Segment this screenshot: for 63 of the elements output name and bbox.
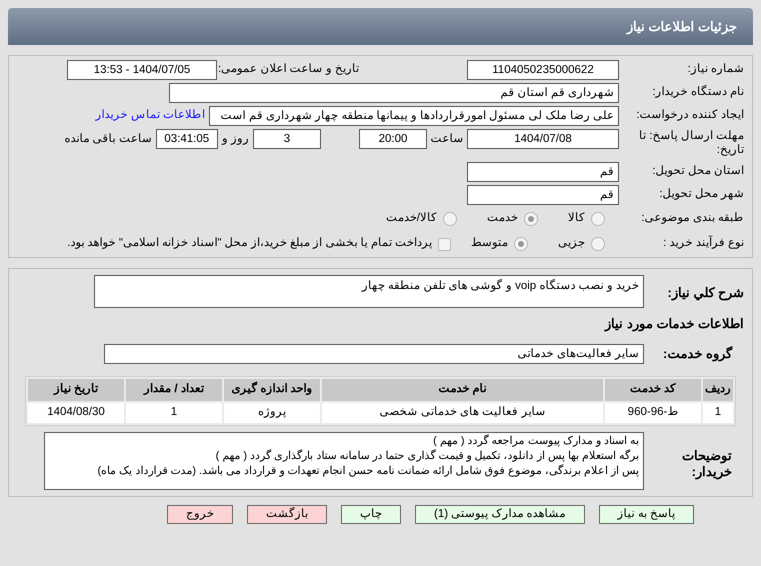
radio-label: کالا/خدمت xyxy=(386,211,437,226)
text-field[interactable]: قم xyxy=(467,185,619,205)
text-field[interactable]: 1404/07/08 xyxy=(467,129,619,149)
column-header: کد خدمت xyxy=(605,378,701,400)
field-label: توضیحات خریدار: xyxy=(681,446,733,480)
radio-button[interactable] xyxy=(591,212,605,226)
action-button[interactable]: پاسخ به نیاز xyxy=(598,504,694,524)
field-label: روز و xyxy=(220,132,250,147)
column-header: تاریخ نیاز xyxy=(28,378,124,400)
radio-label: خدمت xyxy=(487,211,518,226)
field-label: استان محل تحویل: xyxy=(651,164,744,180)
field-label: ایجاد کننده درخواست: xyxy=(635,108,744,124)
radio-label: متوسط xyxy=(471,236,508,252)
action-button[interactable]: خروج xyxy=(166,504,233,524)
column-header: تعداد / مقدار xyxy=(126,378,222,400)
table-cell: 1 xyxy=(126,402,222,422)
text-field[interactable]: شهرداری قم استان قم xyxy=(169,83,619,103)
section-title: اطلاعات خدمات مورد نیاز xyxy=(603,315,744,334)
note-line: به اسناد و مدارک پیوست مراجعه گردد ( مهم ) xyxy=(433,434,639,448)
field-label: نام دستگاه خریدار: xyxy=(651,84,744,100)
column-header: ردیف xyxy=(703,378,733,400)
field-label: شماره نیاز: xyxy=(686,62,744,78)
field-label: شهر محل تحویل: xyxy=(658,187,744,202)
buyer-contact-link[interactable]: اطلاعات تماس خریدار xyxy=(96,107,205,125)
table-cell: پروژه xyxy=(224,402,320,422)
note-line: برگه استعلام بها پس از دانلود، تکمیل و قیمت گذاری حتما در سامانه ستاد بارگذاری گردد ( مهم ) xyxy=(216,448,639,464)
text-field[interactable]: سایر فعالیت‌های خدماتی xyxy=(104,344,644,364)
text-field[interactable]: علی رضا ملک لی مسئول امورقراردادها و پیمانها منطقه چهار شهرداری قم است xyxy=(209,106,619,126)
column-header: واحد اندازه گیری xyxy=(224,378,320,400)
countdown-field[interactable]: 03:41:05 xyxy=(156,129,218,149)
buyer-notes-textarea[interactable] xyxy=(44,432,644,490)
radio-button[interactable] xyxy=(514,237,528,251)
description-textarea[interactable]: خرید و نصب دستگاه voip و گوشی های تلفن منطقه چهار xyxy=(94,275,644,308)
table-cell: 1 xyxy=(703,402,733,422)
column-header: نام خدمت xyxy=(322,378,603,400)
field-label: نوع فرآیند خرید : xyxy=(662,235,744,252)
field-label: گروه خدمت: xyxy=(662,344,734,364)
text-field[interactable]: 20:00 xyxy=(359,129,427,149)
checkbox[interactable] xyxy=(438,238,451,250)
action-button[interactable]: بازگشت xyxy=(246,504,327,524)
radio-button[interactable] xyxy=(443,212,457,226)
action-button[interactable]: چاپ xyxy=(340,504,401,524)
note-line: پس از اعلام برندگی، موضوع فوق شامل ارائه ضمانت نامه حسن انجام تعهدات و قرارداد می باشد. (مدت قرارداد یک ماه) xyxy=(97,464,639,478)
page-title: جزئیات اطلاعات نیاز xyxy=(626,18,737,36)
text-field[interactable]: 1404/07/05 - 13:53 xyxy=(67,60,217,80)
text-field[interactable]: 3 xyxy=(253,129,321,149)
field-label: ساعت xyxy=(430,132,464,147)
radio-button[interactable] xyxy=(591,237,605,251)
table-cell: سایر فعالیت های خدماتی شخصی xyxy=(322,402,603,422)
field-label: شرح كلي نياز: xyxy=(666,284,744,302)
text-field[interactable]: قم xyxy=(467,162,619,182)
table-cell: 1404/08/30 xyxy=(28,402,124,422)
checkbox-label: پرداخت تمام یا بخشی از مبلغ خرید،از محل "اسناد خزانه اسلامی" خواهد بود. xyxy=(67,236,432,252)
field-label: طبقه بندی موضوعی: xyxy=(640,211,744,226)
radio-label: جزیی xyxy=(558,236,585,252)
field-label: ساعت باقی مانده xyxy=(64,132,153,147)
action-button[interactable]: مشاهده مدارک پیوستی (1) xyxy=(414,504,585,524)
field-label: مهلت ارسال پاسخ: تا تاریخ: xyxy=(638,129,744,157)
radio-button[interactable] xyxy=(524,212,538,226)
text-field[interactable]: 1104050235000622 xyxy=(467,60,619,80)
field-label: تاریخ و ساعت اعلان عمومی: xyxy=(217,62,360,78)
radio-label: کالا xyxy=(568,211,585,226)
table-cell: ط-96-960 xyxy=(605,402,701,422)
